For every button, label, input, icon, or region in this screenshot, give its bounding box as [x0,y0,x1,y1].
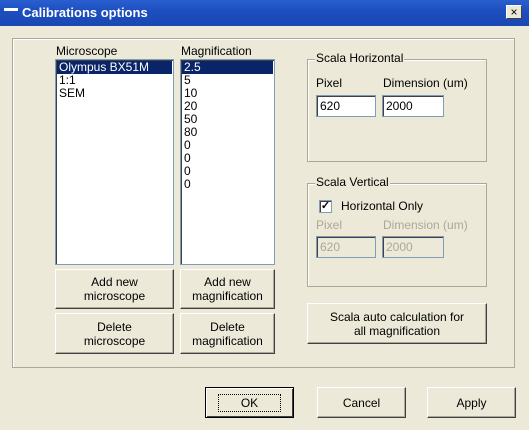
magnification-list-item[interactable]: 0 [182,165,273,178]
ok-button-label: OK [217,393,282,412]
delete-magnification-button-line2: magnification [192,333,263,348]
apply-button-label: Apply [456,395,487,410]
magnification-list-item[interactable]: 80 [182,126,273,139]
ok-button[interactable]: OK [205,387,294,418]
window-title: Calibrations options [22,5,148,20]
delete-magnification-button-line1: Delete [210,319,245,334]
scala-auto-calculation-line1: Scala auto calculation for [329,309,465,324]
close-button[interactable]: × [506,5,522,19]
scala-auto-calculation-line2: all magnification [353,323,441,338]
microscope-list-item[interactable]: SEM [57,87,172,100]
cancel-button-label: Cancel [342,395,381,410]
scala-vertical-pixel-input [316,236,376,258]
magnification-list-item[interactable]: 0 [182,139,273,152]
scala-vertical-pixel-label: Pixel [316,218,343,232]
scala-horizontal-pixel-input[interactable] [316,95,376,117]
magnification-list[interactable]: 2.5 5 10 20 50 80 0 0 0 0 [180,59,275,265]
scala-horizontal-pixel-label: Pixel [316,76,343,90]
apply-button[interactable]: Apply [427,387,516,418]
horizontal-only-checkbox[interactable]: ✓ [319,200,332,213]
add-magnification-button-line1: Add new [204,275,251,289]
system-menu-icon[interactable] [4,8,18,22]
magnification-list-item[interactable]: 0 [182,152,273,165]
horizontal-only-label[interactable]: Horizontal Only [341,199,423,213]
scala-horizontal-title: Scala Horizontal [315,51,405,65]
add-microscope-button-line2: microscope [83,289,146,303]
close-icon: × [510,5,518,19]
scala-vertical-dimension-label: Dimension (um) [383,218,468,232]
add-magnification-button[interactable]: Add new magnification [180,269,275,309]
scala-vertical-title: Scala Vertical [315,175,390,189]
delete-magnification-button[interactable]: Delete magnification [180,313,275,354]
magnification-label: Magnification [181,44,252,58]
delete-microscope-button[interactable]: Delete microscope [55,313,174,354]
title-bar[interactable]: Calibrations options × [0,0,529,26]
scala-vertical-dimension-input [382,236,444,258]
checkmark-icon: ✓ [320,200,331,212]
delete-microscope-button-line2: microscope [83,333,146,348]
add-microscope-button-line1: Add new [91,275,138,289]
scala-auto-calculation-button[interactable]: Scala auto calculation for all magnifica… [307,303,487,344]
cancel-button[interactable]: Cancel [317,387,406,418]
microscope-list[interactable]: Olympus BX51M 1:1 SEM [55,59,174,265]
add-microscope-button[interactable]: Add new microscope [55,269,174,309]
delete-microscope-button-line1: Delete [97,319,132,334]
scala-horizontal-dimension-label: Dimension (um) [383,76,468,90]
scala-horizontal-dimension-input[interactable] [382,95,444,117]
microscope-label: Microscope [56,44,118,58]
magnification-list-item[interactable]: 0 [182,178,273,191]
magnification-list-item[interactable]: 2.5 [182,61,273,74]
add-magnification-button-line2: magnification [192,289,263,303]
